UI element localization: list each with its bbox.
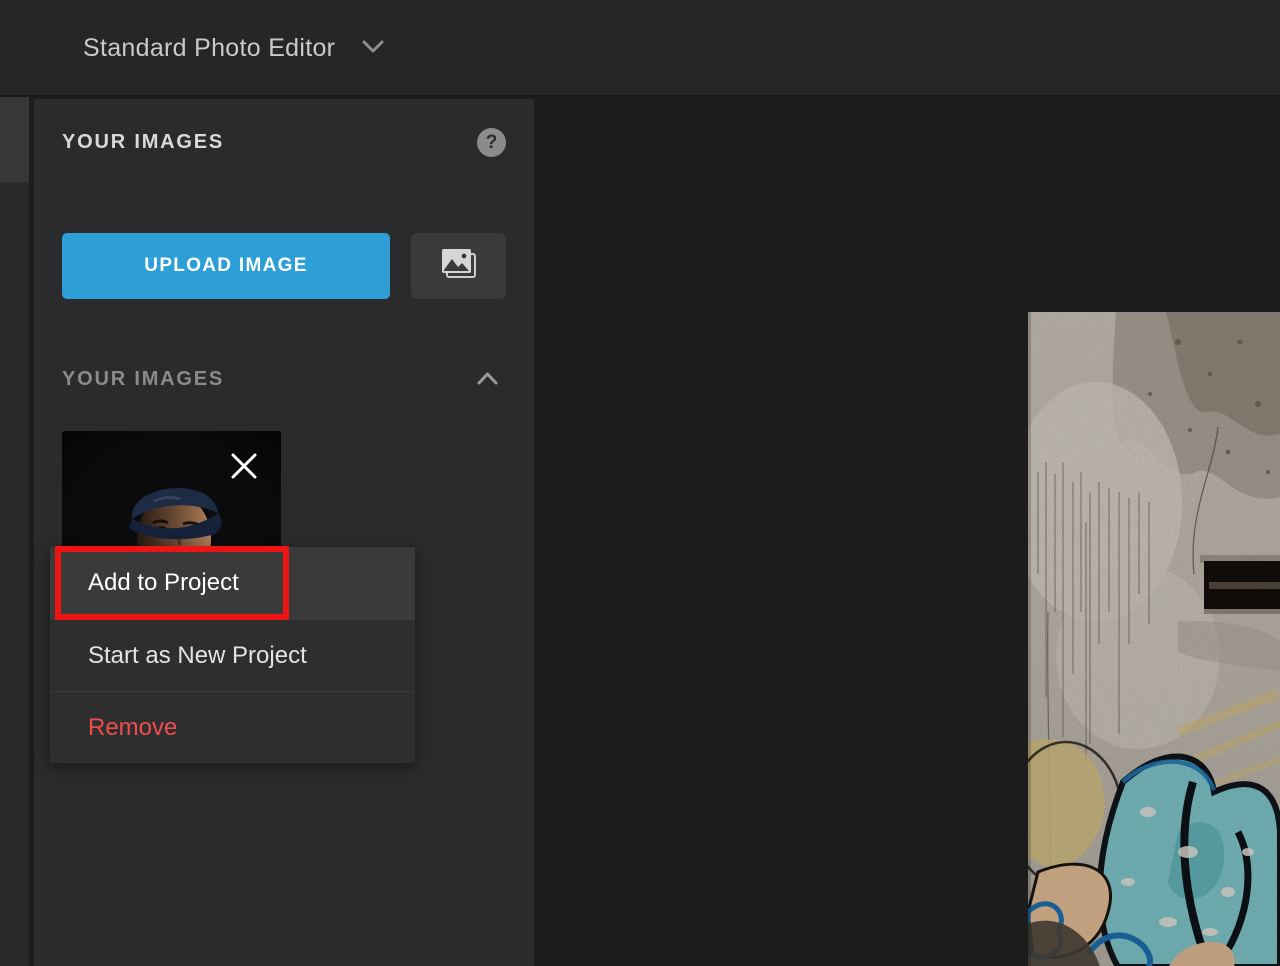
upload-image-label: UPLOAD IMAGE [144,255,307,277]
top-bar: Standard Photo Editor [0,0,1280,97]
help-glyph: ? [486,132,498,154]
your-images-panel: YOUR IMAGES ? UPLOAD IMAGE YOUR IMAGES [34,99,534,966]
menu-item-add-to-project[interactable]: Add to Project [50,547,415,619]
workspace: YOUR IMAGES ? UPLOAD IMAGE YOUR IMAGES [0,99,1280,966]
menu-item-remove[interactable]: Remove [50,691,415,763]
chevron-up-icon[interactable] [476,371,498,389]
your-images-section-title: YOUR IMAGES [62,368,224,391]
upload-image-button[interactable]: UPLOAD IMAGE [62,233,390,299]
sample-images-button[interactable] [411,233,506,299]
sample-images-icon [439,247,479,286]
tool-rail-active-item[interactable] [0,97,29,182]
image-context-menu: Add to Project Start as New Project Remo… [50,547,415,763]
menu-item-start-as-new-project[interactable]: Start as New Project [50,619,415,691]
panel-title: YOUR IMAGES [62,131,224,154]
close-x-icon[interactable] [229,451,259,481]
canvas-photo-graffiti-wall[interactable] [1028,312,1280,966]
editor-mode-switcher[interactable]: Standard Photo Editor [83,0,384,97]
help-icon[interactable]: ? [477,128,506,157]
tool-rail [0,99,29,966]
editor-canvas [534,99,1280,966]
photo-editor-app: Standard Photo Editor YOUR IMAGES ? UPLO… [0,0,1280,966]
page-title: Standard Photo Editor [83,34,335,63]
chevron-down-icon [362,40,384,58]
